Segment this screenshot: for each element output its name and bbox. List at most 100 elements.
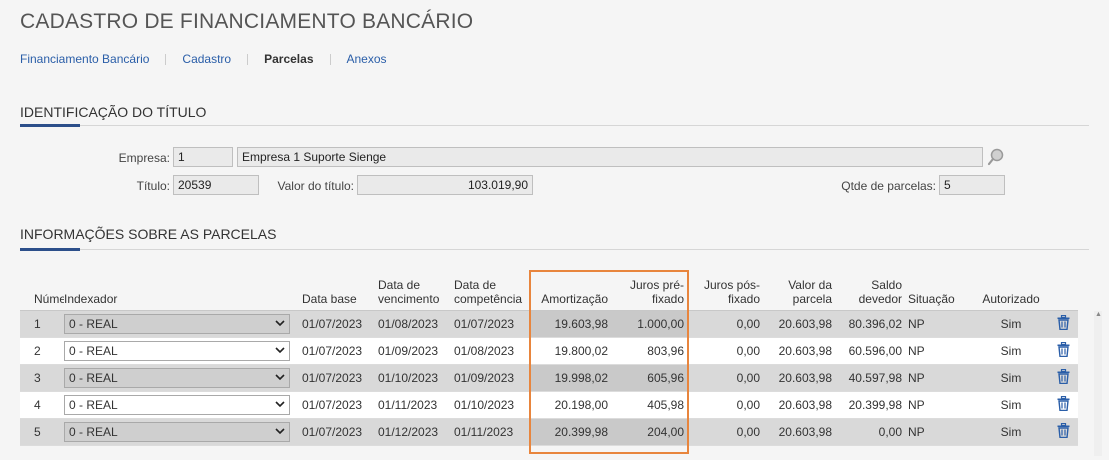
col-header-data-vencimento[interactable]: Data de vencimento (374, 272, 450, 311)
chevron-down-icon (275, 372, 285, 384)
table-row[interactable]: 3 0 - REAL 01/07/2023 01/10/2023 01/09/2… (20, 364, 1078, 392)
tab-parcelas[interactable]: Parcelas (264, 52, 313, 66)
cell-data-base: 01/07/2023 (298, 391, 374, 419)
cell-saldo-devedor: 80.396,02 (836, 310, 906, 338)
table-row[interactable]: 4 0 - REAL 01/07/2023 01/11/2023 01/10/2… (20, 391, 1078, 419)
empresa-search-button[interactable] (985, 147, 1007, 167)
cell-juros-pos: 0,00 (688, 391, 764, 419)
indexador-select[interactable]: 0 - REAL (64, 421, 290, 442)
indexador-select[interactable]: 0 - REAL (64, 340, 290, 361)
col-header-amortizacao[interactable]: Amortização (530, 272, 612, 311)
chevron-down-icon (275, 426, 285, 438)
cell-saldo-devedor: 0,00 (836, 418, 906, 446)
indexador-value: 0 - REAL (69, 397, 118, 412)
cell-data-base: 01/07/2023 (298, 310, 374, 338)
trash-icon[interactable] (1057, 368, 1070, 387)
cell-amortizacao: 19.603,98 (530, 310, 612, 338)
indexador-value: 0 - REAL (69, 316, 118, 331)
titulo-label: Título: (136, 179, 170, 193)
cell-juros-pos: 0,00 (688, 418, 764, 446)
section-divider (20, 125, 1089, 126)
tab-anexos[interactable]: Anexos (347, 52, 387, 66)
cell-situacao: NP (906, 337, 974, 365)
trash-icon[interactable] (1057, 422, 1070, 441)
indexador-value: 0 - REAL (69, 343, 118, 358)
section-divider (20, 249, 1089, 250)
cell-juros-pre: 204,00 (612, 418, 688, 446)
cell-actions (1048, 364, 1078, 392)
indexador-value: 0 - REAL (69, 424, 118, 439)
table-row[interactable]: 5 0 - REAL 01/07/2023 01/12/2023 01/11/2… (20, 418, 1078, 446)
col-header-juros-pos[interactable]: Juros pós-fixado (688, 272, 764, 311)
cell-data-competencia: 01/10/2023 (450, 391, 530, 419)
trash-icon[interactable] (1057, 395, 1070, 414)
vertical-scrollbar[interactable] (1094, 311, 1102, 456)
col-header-data-base[interactable]: Data base (298, 272, 374, 311)
cell-valor-parcela: 20.603,98 (764, 391, 836, 419)
scroll-up-icon[interactable]: ▲ (1095, 311, 1102, 318)
cell-situacao: NP (906, 418, 974, 446)
chevron-down-icon (275, 399, 285, 411)
cell-data-vencimento: 01/10/2023 (374, 364, 450, 392)
col-header-valor-parcela[interactable]: Valor da parcela (764, 272, 836, 311)
cell-actions (1048, 310, 1078, 338)
col-header-indexador[interactable]: Indexador (64, 272, 298, 311)
cell-situacao: NP (906, 310, 974, 338)
col-header-saldo-devedor[interactable]: Saldo devedor (836, 272, 906, 311)
trash-icon[interactable] (1057, 341, 1070, 360)
col-header-autorizado[interactable]: Autorizado (974, 272, 1048, 311)
cell-indexador[interactable]: 0 - REAL (64, 364, 298, 392)
cell-valor-parcela: 20.603,98 (764, 337, 836, 365)
cell-saldo-devedor: 20.399,98 (836, 391, 906, 419)
valor-titulo-field[interactable]: 103.019,90 (357, 175, 533, 195)
cell-data-vencimento: 01/08/2023 (374, 310, 450, 338)
cell-indexador[interactable]: 0 - REAL (64, 391, 298, 419)
col-header-juros-pre[interactable]: Juros pré-fixado (612, 272, 688, 311)
cell-numero: 1 (20, 310, 64, 338)
cell-data-base: 01/07/2023 (298, 364, 374, 392)
qtde-parcelas-field[interactable]: 5 (939, 175, 1005, 195)
cell-amortizacao: 20.198,00 (530, 391, 612, 419)
chevron-down-icon (275, 345, 285, 357)
cell-juros-pos: 0,00 (688, 310, 764, 338)
cell-situacao: NP (906, 364, 974, 392)
cell-numero: 4 (20, 391, 64, 419)
trash-icon[interactable] (1057, 314, 1070, 333)
col-header-situacao[interactable]: Situação (906, 272, 974, 311)
indexador-select[interactable]: 0 - REAL (64, 394, 290, 415)
col-header-numero[interactable]: Número (20, 272, 64, 311)
indexador-select[interactable]: 0 - REAL (64, 367, 290, 388)
cell-data-base: 01/07/2023 (298, 418, 374, 446)
table-row[interactable]: 1 0 - REAL 01/07/2023 01/08/2023 01/07/2… (20, 310, 1078, 338)
cell-juros-pre: 405,98 (612, 391, 688, 419)
cell-numero: 5 (20, 418, 64, 446)
cell-data-competencia: 01/09/2023 (450, 364, 530, 392)
section-title-parcelas: INFORMAÇÕES SOBRE AS PARCELAS (20, 226, 277, 242)
empresa-code-field[interactable]: 1 (173, 147, 233, 167)
cell-data-vencimento: 01/09/2023 (374, 337, 450, 365)
cell-valor-parcela: 20.603,98 (764, 364, 836, 392)
cell-indexador[interactable]: 0 - REAL (64, 310, 298, 338)
nav-separator (165, 53, 167, 65)
titulo-field[interactable]: 20539 (173, 175, 259, 195)
cell-situacao: NP (906, 391, 974, 419)
col-header-data-competencia[interactable]: Data de competência (450, 272, 530, 311)
cell-indexador[interactable]: 0 - REAL (64, 337, 298, 365)
table-row[interactable]: 2 0 - REAL 01/07/2023 01/09/2023 01/08/2… (20, 337, 1078, 365)
search-icon (987, 148, 1004, 166)
cell-juros-pre: 1.000,00 (612, 310, 688, 338)
indexador-value: 0 - REAL (69, 370, 118, 385)
empresa-name-field[interactable]: Empresa 1 Suporte Sienge (237, 147, 983, 167)
cell-autorizado: Sim (974, 310, 1048, 338)
tab-financiamento-bancario[interactable]: Financiamento Bancário (20, 52, 149, 66)
cell-autorizado: Sim (974, 391, 1048, 419)
cell-indexador[interactable]: 0 - REAL (64, 418, 298, 446)
tab-cadastro[interactable]: Cadastro (182, 52, 231, 66)
cell-numero: 3 (20, 364, 64, 392)
cell-data-competencia: 01/11/2023 (450, 418, 530, 446)
indexador-select[interactable]: 0 - REAL (64, 313, 290, 334)
breadcrumb-nav: Financiamento Bancário Cadastro Parcelas… (20, 52, 387, 66)
cell-amortizacao: 19.800,02 (530, 337, 612, 365)
cell-autorizado: Sim (974, 418, 1048, 446)
cell-autorizado: Sim (974, 337, 1048, 365)
